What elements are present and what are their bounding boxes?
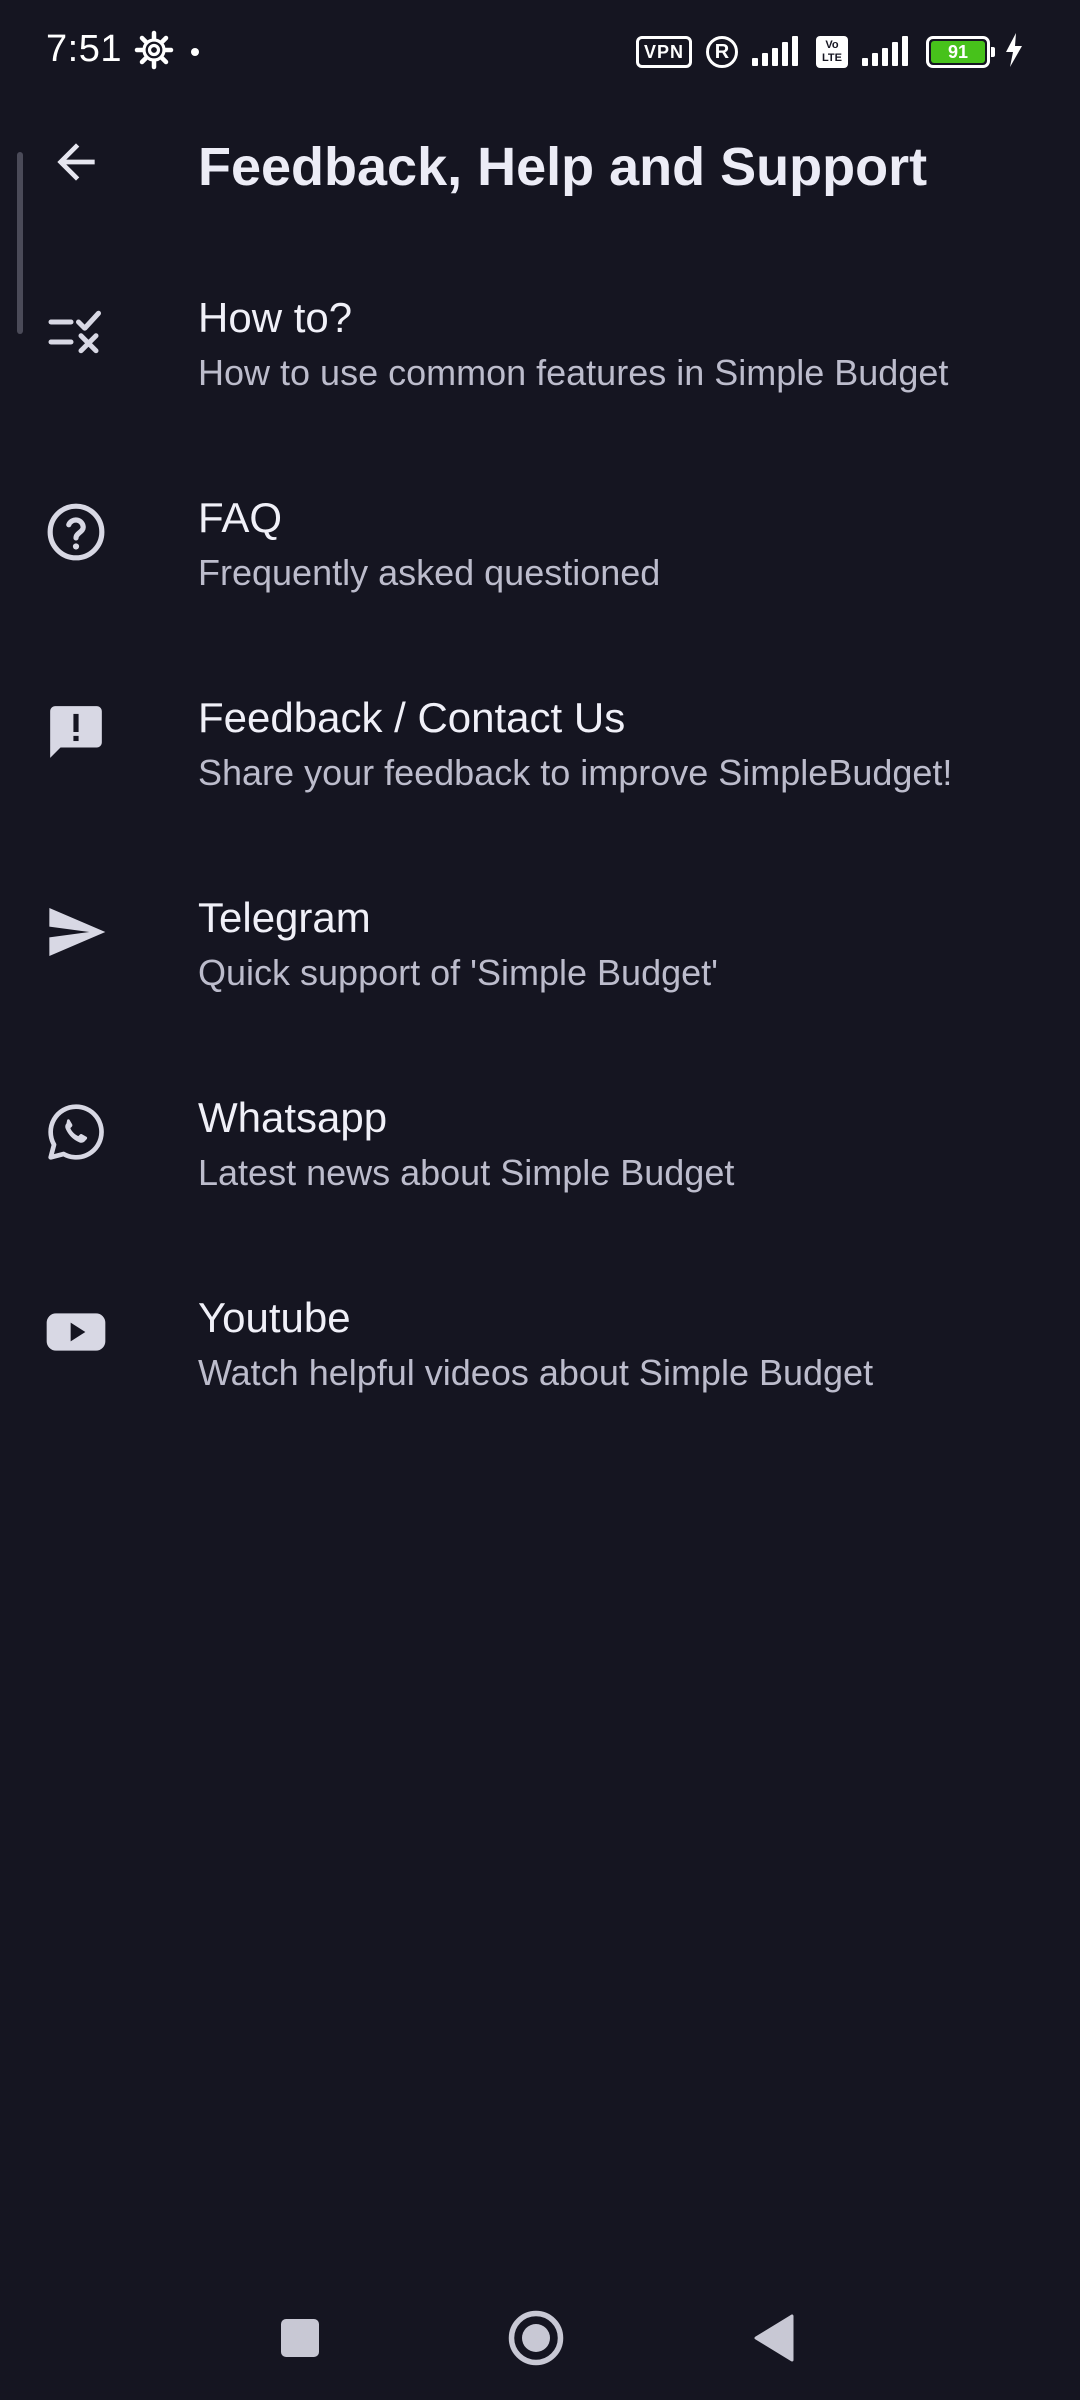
list-item-feedback[interactable]: Feedback / Contact Us Share your feedbac…: [0, 644, 1080, 844]
send-icon: [36, 892, 116, 972]
item-title: Youtube: [198, 1294, 351, 1341]
system-nav-bar: [0, 2270, 1080, 2400]
signal-2-icon: [862, 34, 912, 71]
recents-button[interactable]: [268, 2306, 332, 2370]
list-item-how-to[interactable]: How to? How to use common features in Si…: [0, 244, 1080, 444]
item-title: Telegram: [198, 894, 371, 941]
triangle-back-icon: [754, 2314, 794, 2362]
notification-dot-icon: [191, 48, 199, 56]
signal-icon: [752, 34, 802, 71]
back-button[interactable]: [36, 122, 116, 202]
settings-gear-icon: [134, 30, 174, 70]
youtube-icon: [36, 1292, 116, 1372]
roaming-icon: R: [706, 36, 738, 68]
item-subtitle: How to use common features in Simple Bud…: [198, 352, 949, 393]
help-circle-icon: [36, 492, 116, 572]
list-item-telegram[interactable]: Telegram Quick support of 'Simple Budget…: [0, 844, 1080, 1044]
list-item-youtube[interactable]: Youtube Watch helpful videos about Simpl…: [0, 1244, 1080, 1444]
item-subtitle: Latest news about Simple Budget: [198, 1152, 735, 1193]
whatsapp-icon: [36, 1092, 116, 1172]
item-subtitle: Quick support of 'Simple Budget': [198, 952, 719, 993]
volte-bottom-label: LTE: [822, 52, 842, 64]
feedback-icon: [36, 692, 116, 772]
circle-icon: [508, 2310, 564, 2366]
item-title: Feedback / Contact Us: [198, 694, 626, 741]
charging-bolt-icon: [1004, 32, 1024, 72]
volte-icon: Vo LTE: [816, 36, 848, 68]
checklist-icon: [36, 292, 116, 372]
battery-level: 91: [931, 41, 985, 63]
status-bar: 7:51 VPN R Vo LTE 91: [0, 0, 1080, 104]
square-icon: [281, 2319, 319, 2357]
support-options-list: How to? How to use common features in Si…: [0, 244, 1080, 1444]
item-subtitle: Frequently asked questioned: [198, 552, 661, 593]
list-item-whatsapp[interactable]: Whatsapp Latest news about Simple Budget: [0, 1044, 1080, 1244]
page-title: Feedback, Help and Support: [198, 137, 928, 197]
app-bar: Feedback, Help and Support: [0, 104, 1080, 234]
battery-icon: 91: [926, 36, 995, 68]
arrow-back-icon: [57, 143, 95, 181]
nav-back-button[interactable]: [742, 2306, 806, 2370]
item-title: How to?: [198, 294, 353, 341]
volte-top-label: Vo: [825, 39, 839, 51]
vpn-icon: VPN: [635, 36, 692, 68]
item-title: Whatsapp: [198, 1094, 388, 1141]
item-subtitle: Watch helpful videos about Simple Budget: [198, 1352, 874, 1393]
status-time: 7:51: [46, 28, 122, 70]
list-item-faq[interactable]: FAQ Frequently asked questioned: [0, 444, 1080, 644]
status-icons: VPN R Vo LTE 91: [635, 30, 1024, 74]
item-title: FAQ: [198, 494, 283, 541]
item-subtitle: Share your feedback to improve SimpleBud…: [198, 752, 953, 793]
home-button[interactable]: [504, 2306, 568, 2370]
